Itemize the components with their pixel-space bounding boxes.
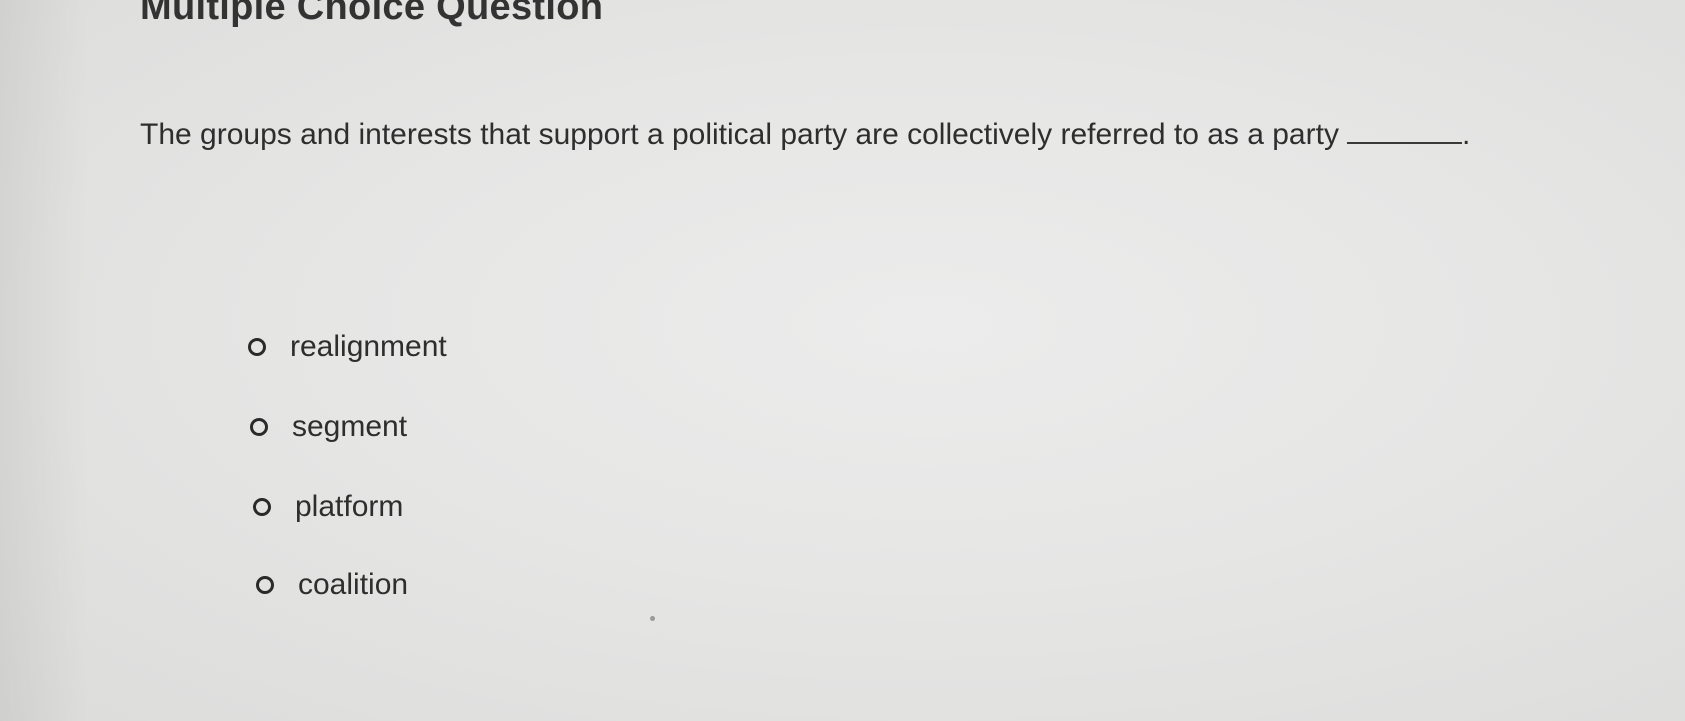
question-type-heading: Multiple Choice Question — [140, 0, 604, 28]
question-end-punctuation: . — [1461, 118, 1471, 151]
option-label[interactable]: realignment — [290, 330, 447, 364]
question-prompt: The groups and interests that support a … — [140, 118, 1470, 152]
option-label[interactable]: coalition — [298, 568, 408, 602]
radio-button[interactable] — [248, 338, 266, 356]
option-realignment[interactable]: realignment — [248, 330, 447, 364]
page-edge-shadow — [0, 0, 90, 721]
option-label[interactable]: segment — [292, 410, 407, 444]
radio-button[interactable] — [250, 418, 268, 436]
option-coalition[interactable]: coalition — [256, 568, 408, 602]
radio-button[interactable] — [256, 576, 274, 594]
option-segment[interactable]: segment — [250, 410, 407, 444]
radio-button[interactable] — [253, 498, 271, 516]
option-label[interactable]: platform — [295, 490, 403, 524]
answer-blank — [1346, 141, 1462, 144]
screen-speck — [650, 616, 655, 621]
option-platform[interactable]: platform — [253, 490, 403, 524]
question-text: The groups and interests that support a … — [140, 118, 1339, 151]
